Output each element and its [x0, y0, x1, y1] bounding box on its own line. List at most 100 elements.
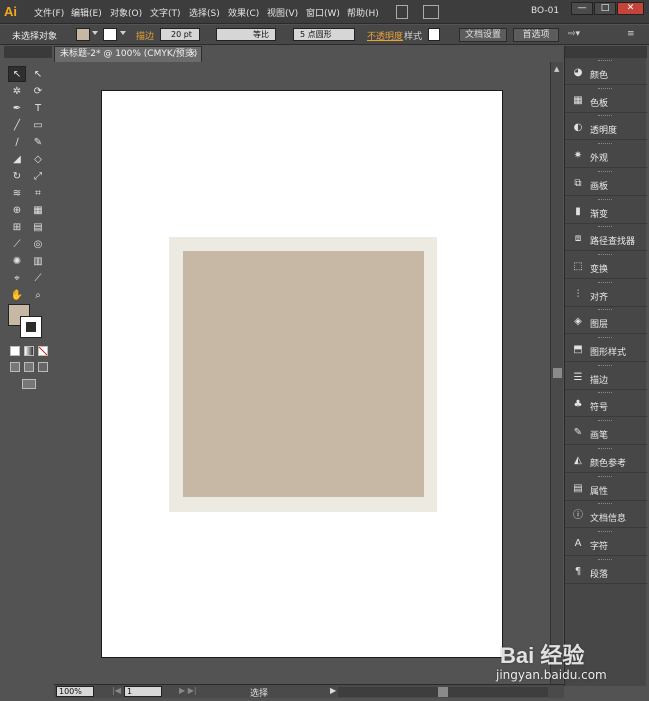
warp-tool-icon[interactable]: ≋ [8, 185, 26, 201]
direct-selection-tool-icon[interactable]: ↖ [29, 66, 47, 82]
artboard-number-field[interactable]: 1 [124, 686, 162, 697]
tools-panel-header[interactable] [4, 46, 52, 58]
panel-dock-header[interactable] [565, 46, 647, 58]
perspective-grid-tool-icon[interactable]: ▦ [29, 202, 47, 218]
pen-tool-icon[interactable]: ✒ [8, 100, 26, 116]
rectangle-tool-icon[interactable]: ▭ [29, 117, 47, 133]
inner-rectangle[interactable] [183, 251, 424, 497]
panel-grip[interactable] [598, 87, 612, 90]
scroll-up-icon[interactable]: ▲ [554, 65, 559, 73]
mesh-tool-icon[interactable]: ⊞ [8, 219, 26, 235]
panel-grip[interactable] [598, 309, 612, 311]
panel-symbols[interactable]: ♣ 符号 [565, 390, 647, 418]
chevron-down-icon[interactable] [92, 31, 98, 35]
panel-gradient[interactable]: ▮ 渐变 [565, 197, 647, 224]
vertical-scroll-thumb[interactable] [553, 368, 562, 378]
blob-brush-tool-icon[interactable]: ◢ [8, 151, 26, 167]
panel-grip[interactable] [598, 198, 612, 201]
document-setup-button[interactable]: 文档设置 [459, 28, 507, 42]
maximize-button[interactable]: □ [594, 2, 616, 15]
panel-grip[interactable] [598, 60, 612, 62]
zoom-tool-icon[interactable]: ⌕ [29, 287, 47, 303]
stroke-swatch[interactable] [20, 316, 42, 338]
eraser-tool-icon[interactable]: ◇ [29, 151, 47, 167]
menu-effect[interactable]: 效果(C) [228, 6, 259, 19]
panel-appearance[interactable]: ✷ 外观 [565, 141, 647, 169]
menu-edit[interactable]: 编辑(E) [71, 6, 102, 19]
panel-character[interactable]: A 字符 [565, 529, 647, 556]
close-tab-icon[interactable]: × [188, 47, 196, 62]
preferences-button[interactable]: 首选项 [513, 28, 559, 42]
panel-grip[interactable] [598, 392, 612, 394]
selection-tool-icon[interactable]: ↖ [8, 66, 26, 82]
panel-grip[interactable] [598, 475, 612, 478]
fill-color-swatch[interactable] [76, 28, 90, 41]
menu-file[interactable]: 文件(F) [34, 6, 64, 19]
magic-wand-tool-icon[interactable]: ✲ [8, 83, 26, 99]
menu-window[interactable]: 窗口(W) [306, 6, 340, 19]
shape-builder-tool-icon[interactable]: ⊕ [8, 202, 26, 218]
stroke-color-swatch[interactable] [103, 28, 117, 41]
free-transform-tool-icon[interactable]: ⌗ [29, 185, 47, 201]
none-mode-icon[interactable] [38, 346, 48, 356]
gradient-mode-icon[interactable] [24, 346, 34, 356]
minimize-button[interactable]: — [571, 2, 593, 15]
menu-type[interactable]: 文字(T) [150, 6, 181, 19]
draw-behind-icon[interactable] [24, 362, 34, 372]
document-tab[interactable]: 未标题-2* @ 100% (CMYK/预览) × [54, 46, 202, 62]
artboard[interactable] [101, 90, 503, 658]
panel-grip[interactable] [598, 447, 612, 450]
panel-grip[interactable] [598, 503, 612, 505]
arrange-documents-icon[interactable] [423, 5, 439, 19]
status-menu-icon[interactable]: ▶ [330, 686, 336, 695]
panel-brushes[interactable]: ✎ 画笔 [565, 418, 647, 446]
opacity-label[interactable]: 不透明度 [367, 29, 403, 42]
type-tool-icon[interactable]: T [29, 100, 47, 116]
variable-width-profile[interactable]: 等比 [216, 28, 276, 41]
rotate-tool-icon[interactable]: ↻ [8, 168, 26, 184]
horizontal-scroll-thumb[interactable] [438, 687, 448, 697]
menu-object[interactable]: 对象(O) [110, 6, 142, 19]
panel-color[interactable]: ◕ 颜色 [565, 58, 647, 85]
panel-grip[interactable] [598, 143, 612, 145]
panel-grip[interactable] [598, 420, 612, 422]
panel-stroke[interactable]: ☰ 描边 [565, 363, 647, 390]
column-graph-tool-icon[interactable]: ▥ [29, 253, 47, 269]
vertical-scrollbar[interactable]: ▲ [550, 62, 563, 684]
panel-grip[interactable] [598, 558, 612, 561]
zoom-field[interactable]: 100% [56, 686, 94, 697]
brush-definition[interactable]: 5 点圆形 [293, 28, 355, 41]
horizontal-scrollbar[interactable] [338, 687, 548, 697]
panel-color-guide[interactable]: ◭ 颜色参考 [565, 446, 647, 473]
panel-transparency[interactable]: ◐ 透明度 [565, 113, 647, 141]
line-tool-icon[interactable]: ╱ [8, 117, 26, 133]
menu-help[interactable]: 帮助(H) [347, 6, 379, 19]
workspace-switcher[interactable]: BO-01 [531, 6, 559, 16]
stroke-label[interactable]: 描边 [136, 29, 154, 42]
panel-layers[interactable]: ◈ 图层 [565, 307, 647, 335]
panel-artboards[interactable]: ⧉ 画板 [565, 169, 647, 196]
panel-align[interactable]: ⫶ 对齐 [565, 280, 647, 307]
panel-grip[interactable] [598, 337, 612, 339]
panel-paragraph[interactable]: ¶ 段落 [565, 557, 647, 584]
panel-grip[interactable] [598, 226, 612, 228]
menu-view[interactable]: 视图(V) [267, 6, 298, 19]
panel-grip[interactable] [598, 364, 612, 367]
gradient-tool-icon[interactable]: ▤ [29, 219, 47, 235]
slice-tool-icon[interactable]: ⟋ [29, 270, 47, 286]
paintbrush-tool-icon[interactable]: ∕ [8, 134, 26, 150]
bridge-icon[interactable] [396, 5, 408, 19]
close-button[interactable]: ✕ [617, 2, 644, 15]
panel-pathfinder[interactable]: ⧈ 路径查找器 [565, 224, 647, 252]
lasso-tool-icon[interactable]: ⟳ [29, 83, 47, 99]
chevron-down-icon[interactable] [120, 31, 126, 35]
pencil-tool-icon[interactable]: ✎ [29, 134, 47, 150]
panel-attributes[interactable]: ▤ 属性 [565, 474, 647, 501]
hand-tool-icon[interactable]: ✋ [8, 287, 26, 303]
last-artboard-icon[interactable]: ▶ ▶| [179, 686, 197, 695]
screen-mode-icon[interactable] [22, 379, 36, 389]
document-canvas[interactable] [54, 62, 550, 684]
menu-select[interactable]: 选择(S) [189, 6, 220, 19]
blend-tool-icon[interactable]: ◎ [29, 236, 47, 252]
panel-grip[interactable] [598, 170, 612, 173]
